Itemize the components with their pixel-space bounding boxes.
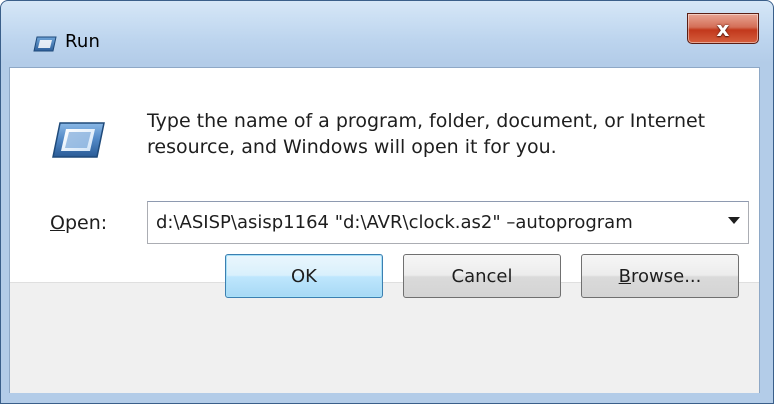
browse-button-label: rowse... — [631, 265, 702, 287]
run-icon — [33, 36, 57, 52]
ok-button-label: OK — [291, 265, 317, 287]
open-label-text: pen: — [64, 212, 108, 234]
close-icon: x — [716, 16, 730, 41]
run-dialog: Run x Type the name of a program, folder… — [0, 0, 774, 404]
close-button[interactable]: x — [687, 13, 759, 44]
browse-button[interactable]: Browse... — [581, 254, 739, 298]
instructions-text: Type the name of a program, folder, docu… — [147, 110, 706, 158]
titlebar[interactable]: Run x — [1, 1, 773, 67]
browse-button-accelerator: B — [618, 265, 631, 287]
ok-button[interactable]: OK — [225, 254, 383, 298]
open-combobox[interactable] — [147, 201, 749, 244]
open-label: Open: — [50, 212, 107, 234]
open-input[interactable] — [156, 202, 716, 243]
chevron-down-icon[interactable] — [728, 217, 740, 224]
run-icon — [50, 120, 106, 160]
open-label-accelerator: O — [50, 212, 65, 234]
window-title: Run — [65, 31, 101, 52]
cancel-button[interactable]: Cancel — [403, 254, 561, 298]
dialog-body: Type the name of a program, folder, docu… — [9, 67, 760, 393]
content-area: Type the name of a program, folder, docu… — [10, 68, 759, 282]
cancel-button-label: Cancel — [451, 265, 513, 287]
button-bar — [10, 282, 759, 393]
